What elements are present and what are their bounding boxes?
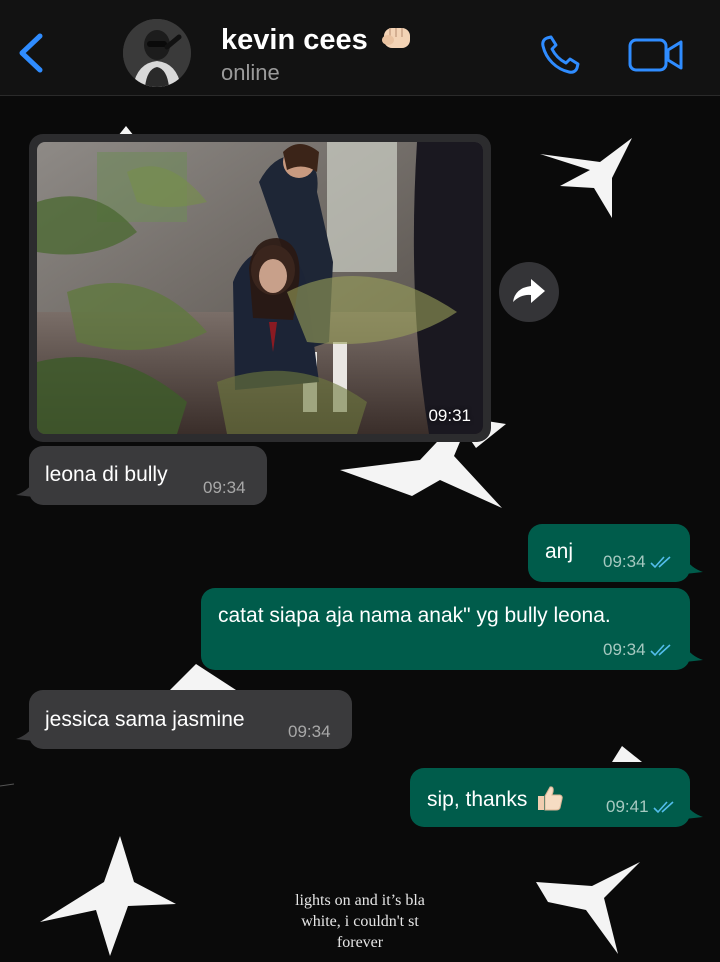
bubble-tail	[685, 646, 703, 662]
contact-name-text: kevin cees	[221, 24, 368, 56]
contact-status: online	[221, 60, 280, 85]
chat-header: kevin cees online	[0, 0, 720, 96]
contact-name[interactable]: kevin cees	[221, 22, 414, 57]
message-text: anj	[545, 540, 574, 563]
read-ticks-icon	[649, 556, 671, 569]
message-text: catat siapa aja nama anak" yg bully leon…	[218, 604, 611, 627]
wallpaper-caption: lights on and it’s bla white, i couldn't…	[295, 892, 425, 951]
bubble-tail	[16, 481, 34, 497]
incoming-message[interactable]: jessica sama jasmine 09:34	[16, 690, 352, 749]
thumbs-up-emoji-icon	[538, 786, 563, 811]
fist-emoji-icon	[381, 28, 410, 48]
read-ticks-icon	[649, 644, 671, 657]
back-chevron-icon[interactable]	[14, 30, 48, 76]
photo-message[interactable]: 09:31	[29, 134, 491, 442]
outgoing-message[interactable]: sip, thanks 09:41	[410, 768, 703, 827]
message-time: 09:34	[603, 552, 672, 572]
message-time: 09:34	[603, 640, 672, 660]
bubble-tail	[685, 558, 703, 574]
message-time: 09:41	[606, 797, 675, 817]
video-call-icon[interactable]	[628, 37, 684, 73]
message-text: leona di bully	[45, 463, 168, 486]
bubble-tail	[16, 725, 34, 741]
forward-arrow-icon	[513, 279, 545, 303]
outgoing-message[interactable]: catat siapa aja nama anak" yg bully leon…	[201, 588, 703, 670]
message-time: 09:34	[288, 722, 331, 741]
message-text: sip, thanks	[427, 784, 565, 812]
message-text: jessica sama jasmine	[45, 708, 245, 731]
photo-thumbnail[interactable]: 09:31	[37, 142, 483, 434]
voice-call-icon[interactable]	[538, 33, 582, 77]
read-ticks-icon	[652, 801, 674, 814]
outgoing-message[interactable]: anj 09:34	[528, 524, 703, 582]
bubble-tail	[685, 803, 703, 819]
photo-scene	[37, 142, 483, 434]
photo-timestamp: 09:31	[428, 406, 471, 425]
incoming-message[interactable]: leona di bully 09:34	[16, 446, 267, 505]
contact-avatar[interactable]	[123, 19, 191, 87]
forward-button[interactable]	[499, 262, 559, 322]
message-time: 09:34	[203, 478, 246, 497]
